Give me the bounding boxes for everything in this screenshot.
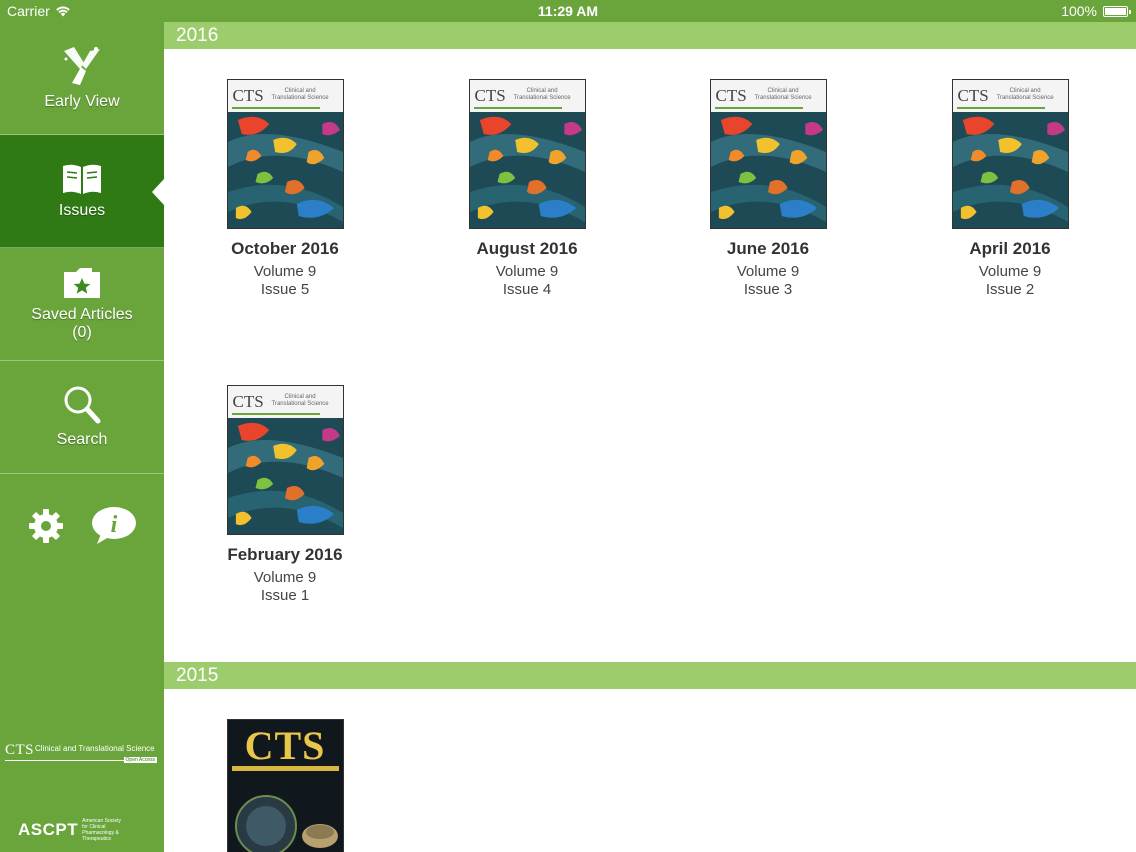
sidebar-item-search[interactable]: Search — [0, 361, 164, 474]
issue-volume: Volume 9 — [253, 263, 317, 280]
issue-card[interactable]: CTS Clinical and Translational Science Au… — [427, 79, 627, 299]
sidebar-item-label: Early View — [44, 93, 120, 110]
cts-logo: CTS Clinical and Translational Science O… — [5, 742, 157, 763]
year-header-2016: 2016 — [164, 22, 1136, 49]
sidebar-item-label: Saved Articles — [31, 306, 133, 323]
issue-volume: Volume 9 — [978, 263, 1042, 280]
cover-art — [469, 112, 585, 228]
issue-title: October 2016 — [231, 239, 339, 258]
status-bar: Carrier 11:29 AM 100% — [0, 0, 1136, 22]
issue-cover[interactable]: CTS Clinical and Translational Science — [468, 79, 586, 229]
sidebar-tools: i — [0, 506, 164, 546]
issue-cover[interactable]: CTS Clinical and Translational Science — [226, 79, 344, 229]
battery-indicator: 100% — [1061, 3, 1131, 19]
cover-title: CTS — [244, 723, 326, 768]
issues-list[interactable]: 2016 CTS Clinical and Translational Scien… — [164, 22, 1136, 852]
issue-title: April 2016 — [969, 239, 1051, 258]
sidebar: Early View Issues Saved Articles (0) Sea… — [0, 22, 164, 852]
svg-text:i: i — [111, 512, 118, 538]
issue-volume: Volume 9 — [495, 263, 559, 280]
cover-art — [234, 795, 338, 852]
issue-cover[interactable]: CTS Clinical and Translational Science — [951, 79, 1069, 229]
issue-number: Issue 3 — [743, 281, 793, 298]
issue-number: Issue 1 — [260, 587, 310, 604]
issue-card[interactable]: CTS Clinical and Translational Science Ap… — [910, 79, 1110, 299]
saved-articles-count: (0) — [72, 324, 92, 341]
cover-art — [227, 418, 343, 534]
book-icon — [63, 164, 101, 194]
issue-card[interactable]: CTS Clinical and Translational Science Fe… — [185, 385, 385, 605]
sidebar-item-label: Issues — [58, 202, 106, 219]
sidebar-item-early-view[interactable]: Early View — [0, 22, 164, 135]
year-header-2015: 2015 — [164, 662, 1136, 689]
issue-number: Issue 4 — [502, 281, 552, 298]
issue-title: February 2016 — [227, 545, 343, 564]
issue-number: Issue 5 — [260, 281, 310, 298]
active-indicator — [152, 179, 164, 205]
issue-cover[interactable]: CTS — [226, 719, 344, 852]
ascpt-logo: ASCPT American Society for Clinical Phar… — [18, 818, 122, 842]
issue-card[interactable]: CTS Clinical and Translational Science Ju… — [668, 79, 868, 299]
sidebar-item-label: Search — [56, 431, 108, 448]
cover-art — [952, 112, 1068, 228]
folder-star-icon — [64, 268, 100, 298]
issue-title: August 2016 — [476, 239, 578, 258]
battery-percent: 100% — [1061, 3, 1097, 19]
sidebar-item-saved-articles[interactable]: Saved Articles (0) — [0, 248, 164, 361]
clock: 11:29 AM — [537, 3, 599, 19]
early-view-icon — [64, 47, 100, 85]
issue-title: June 2016 — [726, 239, 810, 258]
cover-art — [710, 112, 826, 228]
sidebar-item-issues[interactable]: Issues — [0, 135, 164, 248]
battery-icon — [1103, 5, 1131, 17]
issue-cover[interactable]: CTS Clinical and Translational Science — [709, 79, 827, 229]
issue-card[interactable]: CTS — [185, 719, 385, 852]
issue-volume: Volume 9 — [736, 263, 800, 280]
cover-art — [227, 112, 343, 228]
issue-card[interactable]: CTS Clinical and Translational Science Oc… — [185, 79, 385, 299]
info-icon[interactable]: i — [91, 506, 137, 546]
issue-cover[interactable]: CTS Clinical and Translational Science — [226, 385, 344, 535]
issue-number: Issue 2 — [985, 281, 1035, 298]
gear-icon[interactable] — [27, 507, 65, 545]
search-icon — [64, 386, 101, 424]
issue-volume: Volume 9 — [253, 569, 317, 586]
